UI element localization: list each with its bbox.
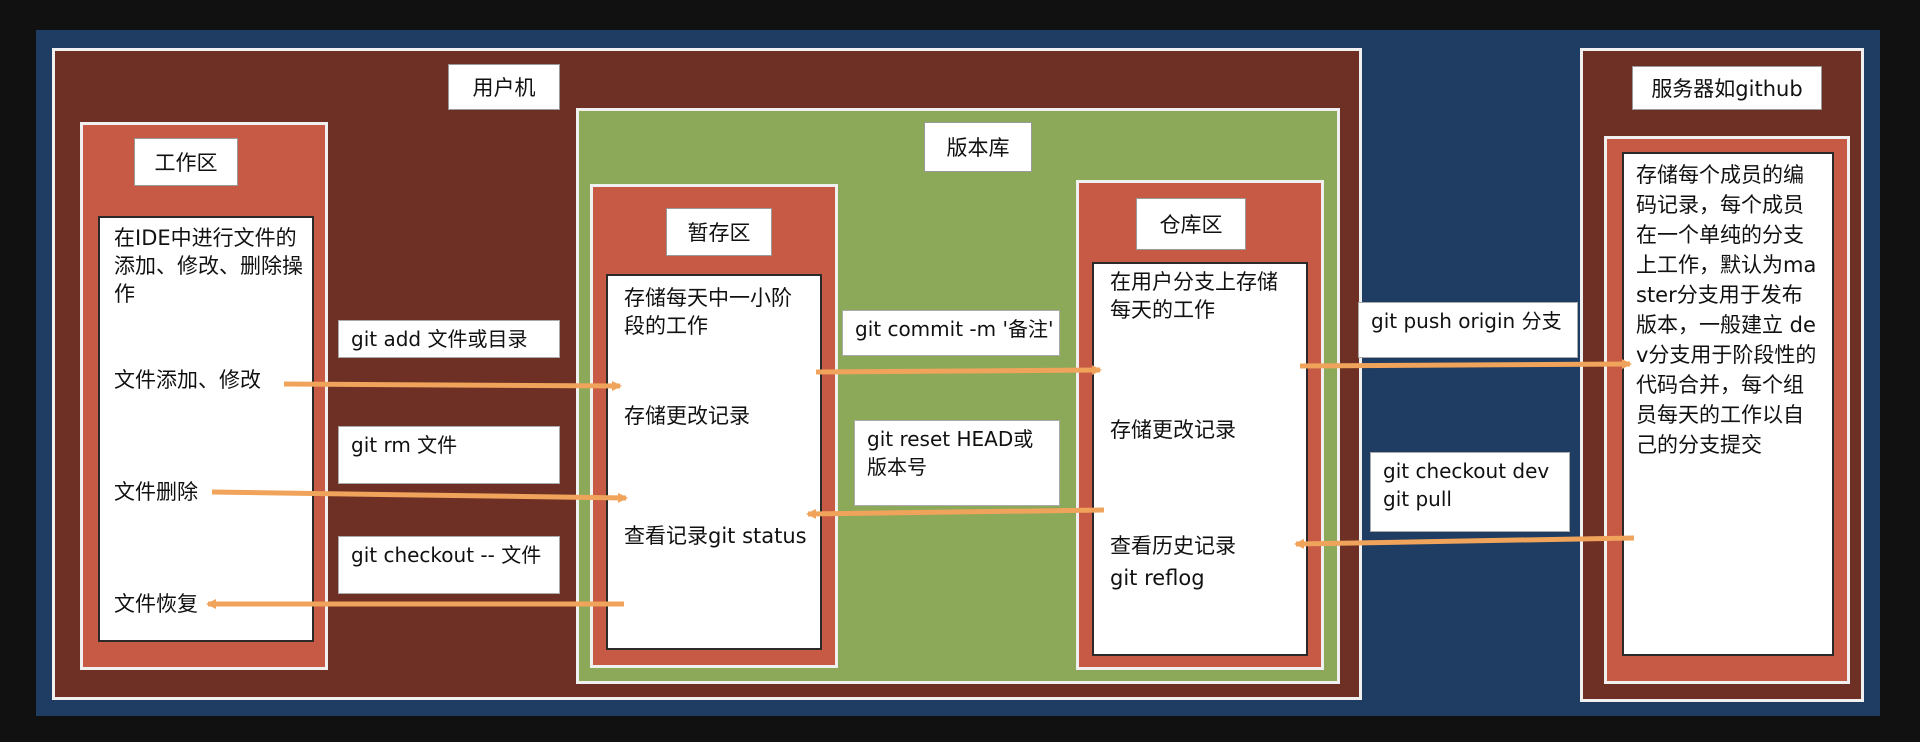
arrow-push [1299, 359, 1632, 370]
arrow-pull [1294, 535, 1635, 549]
arrow-reset [806, 507, 1105, 519]
arrow-commit [815, 365, 1102, 376]
arrows-layer [206, 359, 1635, 609]
arrow-add [283, 380, 622, 391]
arrow-rm [211, 489, 628, 503]
